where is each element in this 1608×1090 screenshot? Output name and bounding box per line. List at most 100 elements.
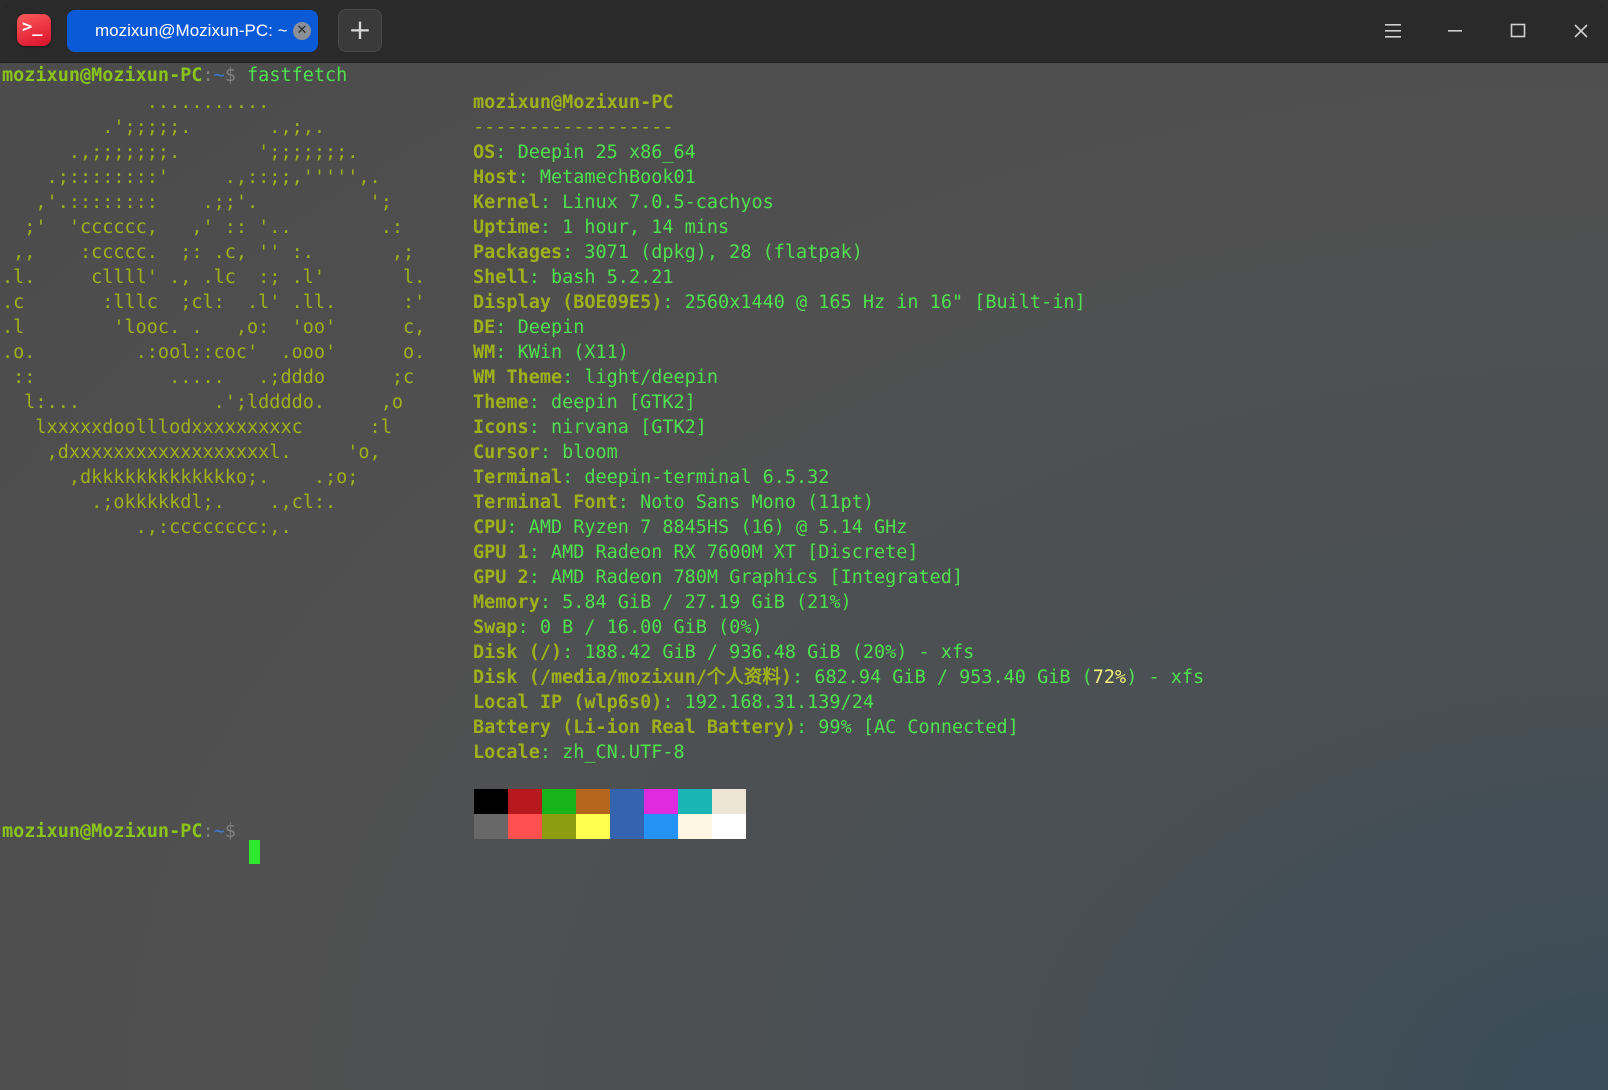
info-key: Memory [473,592,540,613]
info-value-highlight: 72% [1092,667,1127,688]
title-bar: >_ mozixun@Mozixun-PC: ~ ✕ + [0,0,1608,63]
info-divider: ------------------ [473,115,1204,140]
menu-button[interactable] [1373,12,1413,50]
info-key: Local IP (wlp6s0) [473,692,663,713]
prompt-line-1: mozixun@Mozixun-PC:~$ fastfetch [2,63,347,88]
info-value-suffix: ) - xfs [1126,667,1205,688]
info-value: 2560x1440 @ 165 Hz in 16" [Built-in] [684,292,1086,313]
prompt-line-2: mozixun@Mozixun-PC:~$ [2,819,236,844]
info-value: deepin-terminal 6.5.32 [584,467,830,488]
color-swatch [474,789,508,814]
info-row: Battery (Li-ion Real Battery): 99% [AC C… [473,717,1019,738]
logo-line: .l. cllll' ., .lc :; .l' l. [2,267,426,288]
info-value: 192.168.31.139/24 [684,692,874,713]
prompt-dollar: $ [224,821,236,842]
info-row: Uptime: 1 hour, 14 mins [473,217,730,238]
info-row: Display (BOE09E5): 2560x1440 @ 165 Hz in… [473,292,1086,313]
logo-line: :: ..... .;dddo ;c [2,367,415,388]
prompt-colon: : [202,65,214,86]
color-swatch [644,814,678,839]
minimize-button[interactable] [1435,12,1475,50]
info-key: Theme [473,392,529,413]
color-swatch [474,814,508,839]
terminal-window: >_ mozixun@Mozixun-PC: ~ ✕ + mozixun@Moz… [0,0,1608,1090]
prompt-dollar: $ [224,65,236,86]
logo-line: ........... [2,92,270,113]
logo-line: .;::::::::' .,::;;,''''',. [2,167,381,188]
info-value: AMD Radeon RX 7600M XT [Discrete] [550,542,919,563]
tab-close-icon[interactable]: ✕ [293,22,311,40]
info-value: 0 B / 16.00 GiB (0%) [539,617,763,638]
prompt-user-host: mozixun@Mozixun-PC [2,65,203,86]
deepin-ascii-logo: ........... .';;;;;. .,;,. .,;;;;;;;. ';… [2,90,425,540]
logo-line: ,'.:::::::: .;;'. '; [2,192,392,213]
info-value: light/deepin [584,367,719,388]
info-row: Terminal: deepin-terminal 6.5.32 [473,467,830,488]
hamburger-menu-icon [1385,24,1401,38]
system-info: mozixun@Mozixun-PC ------------------ OS… [473,90,1204,765]
info-value: 3071 (dpkg), 28 (flatpak) [584,242,863,263]
info-row: Memory: 5.84 GiB / 27.19 GiB (21%) [473,592,852,613]
info-row: GPU 1: AMD Radeon RX 7600M XT [Discrete] [473,542,919,563]
info-key: OS [473,142,496,163]
info-value: deepin [GTK2] [550,392,696,413]
info-key: Cursor [473,442,540,463]
info-row: Terminal Font: Noto Sans Mono (11pt) [473,492,874,513]
info-row-disk-media: Disk (/media/mozixun/个人资料): 682.94 GiB /… [473,667,1205,688]
logo-line: .';;;;;. .,;,. [2,117,326,138]
close-icon [1574,24,1588,38]
logo-line: ,, :ccccc. ;: .c, '' :. ,; [2,242,415,263]
info-value: bash 5.2.21 [550,267,674,288]
color-swatch [678,814,712,839]
info-value: bloom [562,442,618,463]
color-swatch [678,789,712,814]
color-swatch [542,814,576,839]
logo-line: .,:cccccccc:,. [2,517,292,538]
info-key: Terminal [473,467,563,488]
info-row: Locale: zh_CN.UTF-8 [473,742,685,763]
color-swatch [610,814,644,839]
info-value: 1 hour, 14 mins [562,217,730,238]
new-tab-button[interactable]: + [338,9,382,52]
color-swatch [576,814,610,839]
info-key: GPU 2 [473,567,529,588]
info-key: CPU [473,517,507,538]
info-row: Local IP (wlp6s0): 192.168.31.139/24 [473,692,874,713]
logo-line: .,;;;;;;;. ';;;;;;;. [2,142,359,163]
tab-title: mozixun@Mozixun-PC: ~ [95,21,288,40]
color-swatch [610,789,644,814]
close-button[interactable] [1561,12,1601,50]
logo-line: ,dxxxxxxxxxxxxxxxxxxl. 'o, [2,442,381,463]
info-key: Locale [473,742,540,763]
info-key: Swap [473,617,518,638]
logo-line: ;' 'cccccc, ,' :: '.. .: [2,217,403,238]
info-row: Shell: bash 5.2.21 [473,267,674,288]
prompt-colon: : [202,821,214,842]
color-swatch [712,789,746,814]
info-row: Kernel: Linux 7.0.5-cachyos [473,192,774,213]
prompt-path: ~ [213,821,225,842]
info-key: Packages [473,242,563,263]
info-user-host: mozixun@Mozixun-PC [473,92,674,113]
info-value: Deepin 25 x86_64 [517,142,696,163]
info-row: Cursor: bloom [473,442,618,463]
info-row: GPU 2: AMD Radeon 780M Graphics [Integra… [473,567,964,588]
info-title: mozixun@Mozixun-PC [473,90,1204,115]
info-row: Packages: 3071 (dpkg), 28 (flatpak) [473,242,863,263]
info-value: nirvana [GTK2] [550,417,707,438]
info-value: Linux 7.0.5-cachyos [562,192,774,213]
maximize-button[interactable] [1498,12,1538,50]
logo-line: .l 'looc. . ,o: 'oo' c, [2,317,426,338]
info-key: Host [473,167,518,188]
info-key: Disk (/) [473,642,563,663]
color-swatch [576,789,610,814]
logo-line: .;okkkkkdl;. .,cl:. [2,492,337,513]
info-key: WM [473,342,496,363]
info-dashes: ------------------ [473,117,674,138]
maximize-icon [1510,23,1526,38]
info-row: DE: Deepin [473,317,585,338]
terminal-output[interactable]: mozixun@Mozixun-PC:~$ fastfetch ........… [0,62,1608,1090]
info-row: Icons: nirvana [GTK2] [473,417,707,438]
tab-active[interactable]: mozixun@Mozixun-PC: ~ ✕ [67,10,318,52]
color-swatch [508,789,542,814]
